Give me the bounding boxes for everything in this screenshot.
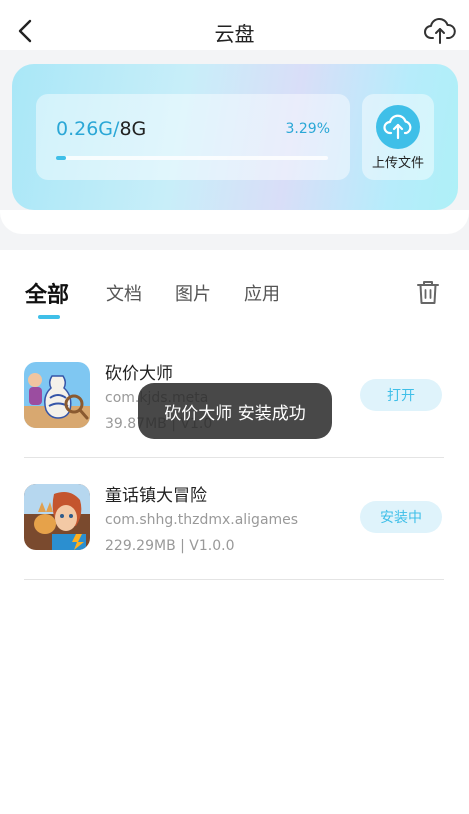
storage-used-value: 0.26G	[56, 118, 114, 140]
app-package: com.shhg.thzdmx.aligames	[105, 512, 299, 528]
storage-total-value: 8G	[119, 118, 147, 140]
app-size-version: 229.29MB | V1.0.0	[105, 538, 235, 554]
open-app-button[interactable]: 打开	[360, 379, 442, 411]
app-name: 砍价大师	[105, 364, 173, 384]
storage-percent: 3.29%	[285, 121, 330, 137]
vase-game-icon	[24, 362, 90, 428]
storage-progress-bar	[56, 156, 328, 160]
storage-card: 0.26G/8G 3.29% 上传文件	[12, 64, 458, 210]
upload-file-button[interactable]: 上传文件	[362, 94, 434, 180]
storage-section: 0.26G/8G 3.29% 上传文件	[0, 50, 469, 250]
toast-message: 砍价大师 安装成功	[138, 383, 332, 439]
tab-images[interactable]: 图片	[175, 280, 211, 306]
upload-file-label: 上传文件	[371, 156, 424, 171]
storage-progress-fill	[56, 156, 66, 160]
installing-button[interactable]: 安装中	[360, 501, 442, 533]
list-item[interactable]: 童话镇大冒险 com.shhg.thzdmx.aligames 229.29MB…	[24, 484, 444, 580]
cloud-upload-icon	[424, 17, 456, 44]
active-tab-indicator	[38, 315, 60, 319]
section-divider	[0, 210, 469, 234]
upload-cloud-icon	[383, 114, 412, 140]
category-tabs: 全部 文档 图片 应用	[0, 270, 469, 326]
tab-all[interactable]: 全部	[25, 277, 69, 309]
storage-usage-panel: 0.26G/8G 3.29%	[36, 94, 350, 180]
delete-button[interactable]	[415, 278, 441, 306]
fairytale-game-icon	[24, 484, 90, 550]
cloud-upload-button[interactable]	[423, 14, 457, 48]
tab-documents[interactable]: 文档	[106, 280, 142, 306]
storage-usage-text: 0.26G/8G	[56, 118, 146, 140]
tab-apps[interactable]: 应用	[244, 280, 280, 306]
app-name: 童话镇大冒险	[105, 486, 207, 506]
upload-icon-circle	[376, 105, 420, 149]
page-title: 云盘	[214, 22, 255, 46]
trash-icon	[417, 281, 439, 304]
